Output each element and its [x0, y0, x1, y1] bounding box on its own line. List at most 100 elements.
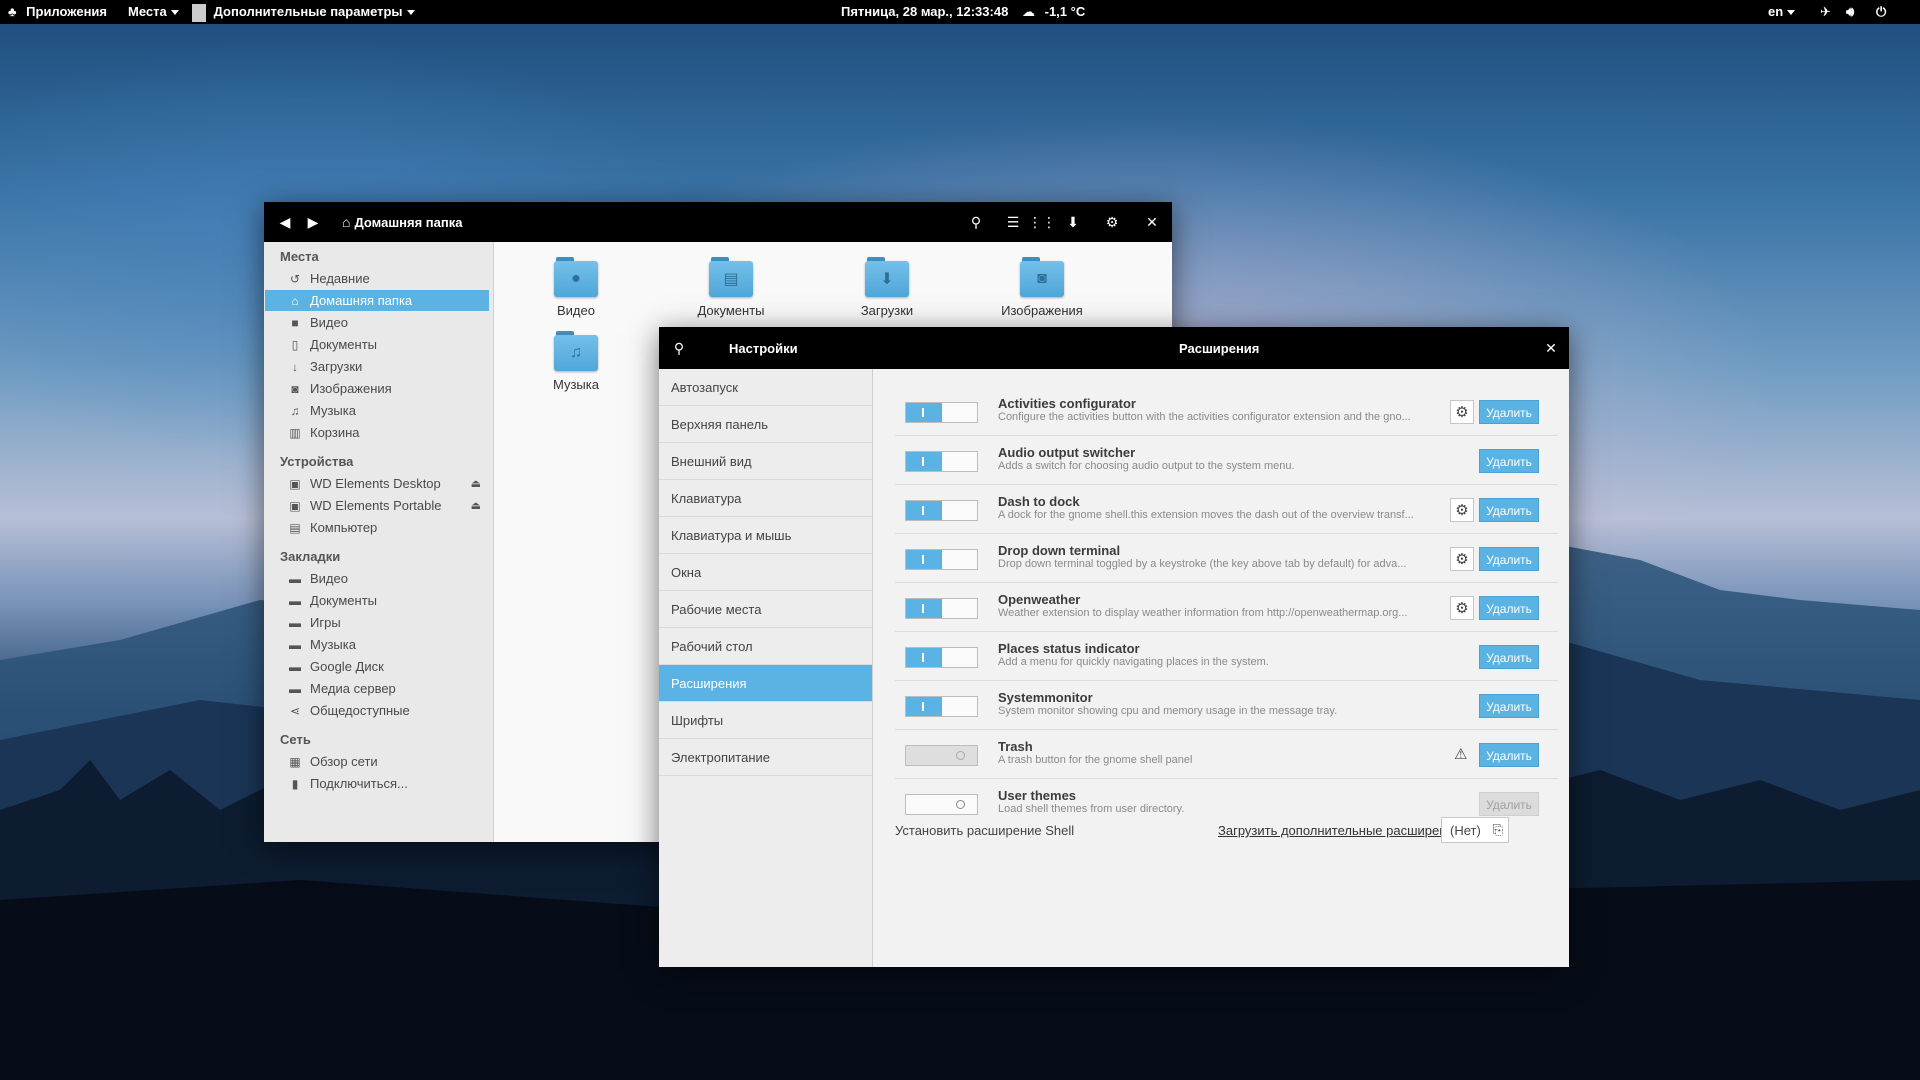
- gear-icon[interactable]: ⚙: [1450, 400, 1474, 424]
- sidebar-item-recent[interactable]: ↺ Недавние: [265, 268, 489, 289]
- settings-category-keyboard-mouse[interactable]: Клавиатура и мышь: [659, 517, 872, 554]
- extension-name: Activities configurator: [998, 396, 1136, 411]
- sidebar-item-music[interactable]: ♫ Музыка: [265, 400, 489, 421]
- list-view-icon[interactable]: ☰: [1001, 202, 1025, 242]
- volume-icon[interactable]: 🔊︎: [1846, 0, 1854, 24]
- sidebar-item-connect[interactable]: ▮ Подключиться...: [265, 773, 489, 794]
- clock[interactable]: Пятница, 28 мар., 12:33:48: [841, 0, 1008, 24]
- settings-category-desktop[interactable]: Рабочий стол: [659, 628, 872, 665]
- gear-icon[interactable]: ⚙: [1100, 202, 1124, 242]
- folder-video[interactable]: ● Видео: [516, 257, 636, 318]
- extension-toggle[interactable]: [905, 745, 978, 766]
- sidebar-item-computer[interactable]: ▤ Компьютер: [265, 517, 489, 538]
- sidebar-item-bookmark[interactable]: ▬ Игры: [265, 612, 489, 633]
- back-arrow-icon[interactable]: ◀: [274, 202, 296, 242]
- delete-button[interactable]: Удалить: [1479, 743, 1539, 767]
- sidebar-item-bookmark[interactable]: ▬ Документы: [265, 590, 489, 611]
- delete-button[interactable]: Удалить: [1479, 449, 1539, 473]
- settings-category-workspaces[interactable]: Рабочие места: [659, 591, 872, 628]
- delete-button[interactable]: Удалить: [1479, 645, 1539, 669]
- extension-toggle[interactable]: [905, 500, 978, 521]
- delete-button[interactable]: Удалить: [1479, 694, 1539, 718]
- sidebar-item-bookmark[interactable]: ▬ Музыка: [265, 634, 489, 655]
- open-file-icon: ⎘: [1492, 822, 1503, 837]
- sidebar-item-bookmark[interactable]: ▬ Google Диск: [265, 656, 489, 677]
- weather-temperature: -1,1 °C: [1044, 4, 1086, 19]
- extension-toggle[interactable]: [905, 451, 978, 472]
- connect-icon: ▮: [291, 776, 299, 791]
- close-icon[interactable]: ✕: [1140, 202, 1164, 242]
- grid-view-icon[interactable]: ⋮⋮: [1028, 202, 1056, 242]
- settings-sidebar-title: Настройки: [729, 340, 798, 356]
- sort-down-icon[interactable]: ⬇: [1061, 202, 1085, 242]
- settings-category-top-bar[interactable]: Верхняя панель: [659, 406, 872, 443]
- settings-category-keyboard[interactable]: Клавиатура: [659, 480, 872, 517]
- extension-toggle[interactable]: [905, 402, 978, 423]
- settings-category-extensions[interactable]: Расширения: [659, 665, 872, 702]
- folder-pictures[interactable]: ◙ Изображения: [982, 257, 1102, 318]
- places-menu[interactable]: Места: [128, 0, 179, 24]
- eject-icon[interactable]: ⏏: [471, 477, 481, 490]
- extension-row: Trash A trash button for the gnome shell…: [895, 730, 1558, 779]
- delete-button[interactable]: Удалить: [1479, 498, 1539, 522]
- sidebar-item-pictures[interactable]: ◙ Изображения: [265, 378, 489, 399]
- extension-description: Weather extension to display weather inf…: [998, 607, 1408, 619]
- breadcrumb-home[interactable]: ⌂ Домашняя папка: [342, 202, 462, 242]
- sidebar-item-label: Видео: [310, 571, 348, 586]
- gear-icon[interactable]: ⚙: [1450, 547, 1474, 571]
- sidebar-item-downloads[interactable]: ↓ Загрузки: [265, 356, 489, 377]
- extension-toggle[interactable]: [905, 794, 978, 815]
- power-icon[interactable]: ⏻: [1876, 0, 1886, 24]
- extension-name: Places status indicator: [998, 641, 1140, 656]
- settings-category-windows[interactable]: Окна: [659, 554, 872, 591]
- delete-button[interactable]: Удалить: [1479, 596, 1539, 620]
- extension-toggle[interactable]: [905, 696, 978, 717]
- folder-music[interactable]: ♫ Музыка: [516, 331, 636, 392]
- chevron-down-icon: [406, 10, 415, 16]
- extension-toggle[interactable]: [905, 647, 978, 668]
- folder-label: Музыка: [553, 377, 599, 392]
- settings-category-startup[interactable]: Автозапуск: [659, 369, 872, 406]
- extension-toggle[interactable]: [905, 549, 978, 570]
- gear-icon[interactable]: ⚙: [1450, 596, 1474, 620]
- folder-documents[interactable]: ▤ Документы: [671, 257, 791, 318]
- extension-file-chooser[interactable]: (Нет) ⎘: [1441, 817, 1509, 843]
- sidebar-item-home[interactable]: ⌂ Домашняя папка: [265, 290, 489, 311]
- sidebar-item-wd-desktop[interactable]: ▣ WD Elements Desktop ⏏: [265, 473, 489, 494]
- close-icon[interactable]: ✕: [1539, 327, 1563, 369]
- extension-toggle[interactable]: [905, 598, 978, 619]
- sidebar-item-bookmark[interactable]: ⋖ Общедоступные: [265, 700, 489, 721]
- sidebar-item-bookmark[interactable]: ▬ Видео: [265, 568, 489, 589]
- settings-category-appearance[interactable]: Внешний вид: [659, 443, 872, 480]
- folder-downloads[interactable]: ⬇ Загрузки: [827, 257, 947, 318]
- settings-category-power[interactable]: Электропитание: [659, 739, 872, 776]
- sidebar-header-places: Места: [280, 249, 319, 264]
- extension-row: Activities configurator Configure the ac…: [895, 387, 1558, 436]
- keyboard-layout-label: en: [1768, 4, 1784, 19]
- delete-button[interactable]: Удалить: [1479, 547, 1539, 571]
- network-icon[interactable]: ✈: [1820, 0, 1831, 24]
- delete-button[interactable]: Удалить: [1479, 792, 1539, 816]
- sidebar-item-browse-network[interactable]: ▦ Обзор сети: [265, 751, 489, 772]
- share-icon: ⋖: [289, 703, 301, 718]
- search-icon[interactable]: ⚲: [964, 202, 988, 242]
- weather-indicator[interactable]: ☁ -1,1 °C: [1022, 0, 1085, 24]
- extension-row: Places status indicator Add a menu for q…: [895, 632, 1558, 681]
- sidebar-item-bookmark[interactable]: ▬ Медиа сервер: [265, 678, 489, 699]
- sidebar-item-trash[interactable]: ▥ Корзина: [265, 422, 489, 443]
- sidebar-item-wd-portable[interactable]: ▣ WD Elements Portable ⏏: [265, 495, 489, 516]
- applications-menu[interactable]: ♣ Приложения: [8, 0, 107, 24]
- sidebar-item-documents[interactable]: ▯ Документы: [265, 334, 489, 355]
- gear-icon[interactable]: ⚙: [1450, 498, 1474, 522]
- sidebar-item-label: Google Диск: [310, 659, 384, 674]
- search-icon[interactable]: ⚲: [667, 327, 691, 369]
- keyboard-layout-indicator[interactable]: en: [1768, 0, 1796, 24]
- video-icon: ■: [291, 315, 299, 330]
- eject-icon[interactable]: ⏏: [471, 499, 481, 512]
- settings-category-fonts[interactable]: Шрифты: [659, 702, 872, 739]
- delete-button[interactable]: Удалить: [1479, 400, 1539, 424]
- more-extensions-link[interactable]: Загрузить дополнительные расширения: [1218, 823, 1461, 838]
- sidebar-item-video[interactable]: ■ Видео: [265, 312, 489, 333]
- extra-params-menu[interactable]: Дополнительные параметры: [192, 0, 415, 24]
- forward-arrow-icon[interactable]: ▶: [302, 202, 324, 242]
